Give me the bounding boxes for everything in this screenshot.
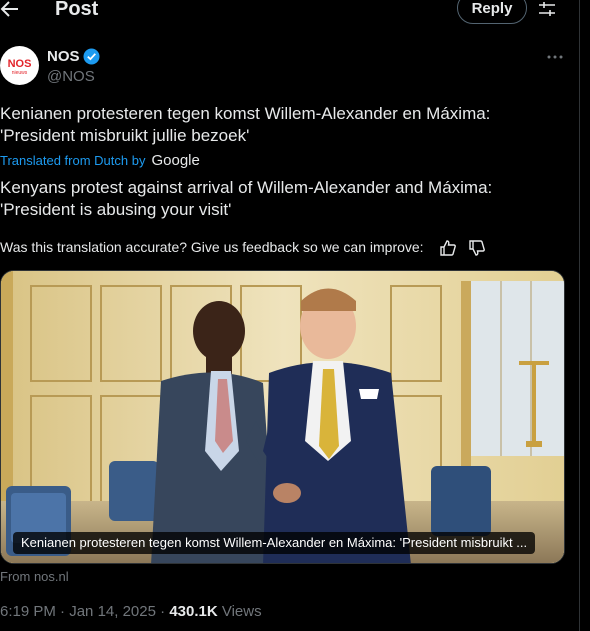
tweet-original-text: Kenianen protesteren tegen komst Willem-… (0, 104, 491, 145)
svg-text:nieuws: nieuws (12, 70, 28, 76)
account-name[interactable]: NOS (47, 48, 80, 65)
more-options-icon[interactable] (546, 49, 564, 59)
link-card-title[interactable]: Kenianen protesteren tegen komst Willem-… (13, 532, 536, 554)
column-divider (579, 0, 580, 631)
page-title: Post (55, 0, 99, 20)
sliders-icon[interactable] (538, 0, 556, 18)
avatar[interactable]: NOS nieuws (0, 46, 39, 85)
views-count: 430.1K (169, 603, 218, 620)
post-time[interactable]: 6:19 PM (0, 603, 56, 620)
back-arrow-icon[interactable] (0, 0, 24, 22)
link-card-image[interactable] (0, 270, 565, 564)
reply-button[interactable]: Reply (457, 0, 527, 24)
avatar-logo-text: NOS (8, 58, 32, 70)
translation-feedback-question: Was this translation accurate? Give us f… (0, 239, 424, 255)
thumbs-up-icon[interactable] (439, 239, 457, 257)
link-source[interactable]: From nos.nl (0, 569, 69, 584)
post-meta: 6:19 PM · Jan 14, 2025 · 430.1K Views (0, 603, 262, 620)
account-handle[interactable]: @NOS (47, 68, 95, 85)
google-logo: Google (151, 152, 200, 169)
verified-badge-icon (83, 48, 100, 65)
thumbs-down-icon[interactable] (468, 239, 486, 257)
translated-from-label[interactable]: Translated from Dutch by Google (0, 152, 200, 169)
post-date[interactable]: Jan 14, 2025 (69, 603, 156, 620)
views-label: Views (221, 603, 262, 620)
tweet-translation-text: Kenyans protest against arrival of Wille… (0, 178, 493, 219)
photo-illustration (1, 271, 564, 563)
